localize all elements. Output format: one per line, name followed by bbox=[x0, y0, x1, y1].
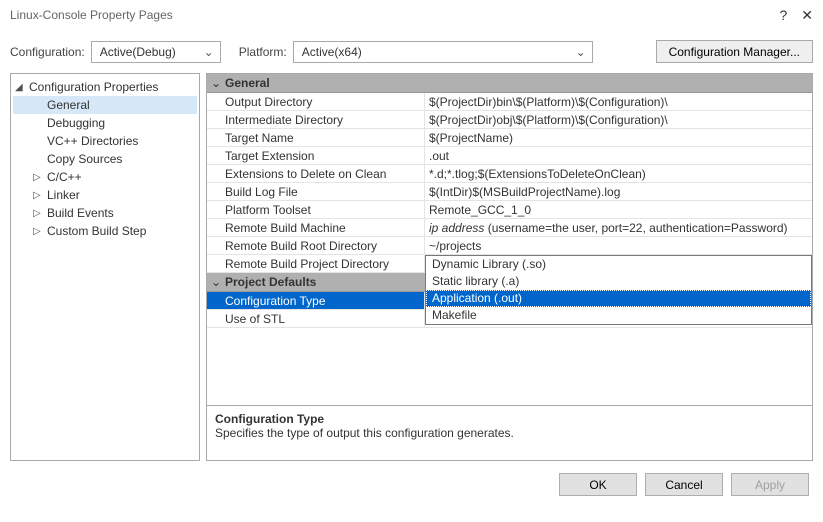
description-title: Configuration Type bbox=[215, 412, 804, 426]
expand-icon[interactable]: ▷ bbox=[33, 206, 41, 222]
property-name: Output Directory bbox=[207, 93, 425, 110]
platform-value: Active(x64) bbox=[302, 45, 362, 59]
tree-item-label: VC++ Directories bbox=[47, 134, 138, 148]
property-row[interactable]: Remote Build Root Directory~/projects bbox=[207, 237, 812, 255]
tree-panel: ◢ Configuration Properties General Debugg… bbox=[10, 73, 200, 461]
tree-item-label: Custom Build Step bbox=[47, 224, 146, 238]
sidebar-item-vc-directories[interactable]: VC++ Directories bbox=[13, 132, 197, 150]
property-value[interactable]: $(ProjectDir)obj\$(Platform)\$(Configura… bbox=[425, 111, 812, 128]
tree-root-label: Configuration Properties bbox=[29, 80, 158, 94]
dropdown-option[interactable]: Static library (.a) bbox=[426, 273, 811, 290]
chevron-down-icon: ⌄ bbox=[204, 45, 214, 59]
tree-item-label: Linker bbox=[47, 188, 80, 202]
section-header[interactable]: ⌄General bbox=[207, 74, 812, 93]
property-name: Remote Build Root Directory bbox=[207, 237, 425, 254]
configuration-manager-button[interactable]: Configuration Manager... bbox=[656, 40, 813, 63]
expand-icon[interactable]: ▷ bbox=[33, 224, 41, 240]
collapse-icon[interactable]: ◢ bbox=[15, 80, 23, 96]
chevron-down-icon: ⌄ bbox=[576, 45, 586, 59]
sidebar-item-linker[interactable]: ▷ Linker bbox=[13, 186, 197, 204]
expand-icon[interactable]: ▷ bbox=[33, 170, 41, 186]
section-label: General bbox=[225, 76, 270, 90]
property-row[interactable]: Extensions to Delete on Clean*.d;*.tlog;… bbox=[207, 165, 812, 183]
tree-item-label: Debugging bbox=[47, 116, 105, 130]
property-name: Target Name bbox=[207, 129, 425, 146]
property-name: Platform Toolset bbox=[207, 201, 425, 218]
property-value[interactable]: *.d;*.tlog;$(ExtensionsToDeleteOnClean) bbox=[425, 165, 812, 182]
value-placeholder: ip address bbox=[429, 221, 484, 235]
dropdown-option[interactable]: Makefile bbox=[426, 307, 811, 324]
apply-button[interactable]: Apply bbox=[731, 473, 809, 496]
configuration-label: Configuration: bbox=[10, 45, 85, 59]
property-name: Remote Build Project Directory bbox=[207, 255, 425, 272]
configuration-type-dropdown[interactable]: Dynamic Library (.so)Static library (.a)… bbox=[425, 255, 812, 325]
property-row[interactable]: Build Log File$(IntDir)$(MSBuildProjectN… bbox=[207, 183, 812, 201]
platform-label: Platform: bbox=[239, 45, 287, 59]
dropdown-option[interactable]: Dynamic Library (.so) bbox=[426, 256, 811, 273]
chevron-down-icon: ⌄ bbox=[207, 76, 225, 90]
property-value[interactable]: ip address (username=the user, port=22, … bbox=[425, 219, 812, 236]
property-value[interactable]: $(IntDir)$(MSBuildProjectName).log bbox=[425, 183, 812, 200]
close-icon[interactable]: ✕ bbox=[801, 7, 813, 24]
tree-item-label: Copy Sources bbox=[47, 152, 122, 166]
help-icon[interactable]: ? bbox=[779, 7, 787, 24]
sidebar-item-custom-build-step[interactable]: ▷ Custom Build Step bbox=[13, 222, 197, 240]
property-name: Extensions to Delete on Clean bbox=[207, 165, 425, 182]
ok-button[interactable]: OK bbox=[559, 473, 637, 496]
expand-icon[interactable]: ▷ bbox=[33, 188, 41, 204]
description-panel: Configuration Type Specifies the type of… bbox=[206, 406, 813, 461]
description-text: Specifies the type of output this config… bbox=[215, 426, 804, 440]
configuration-combo[interactable]: Active(Debug) ⌄ bbox=[91, 41, 221, 63]
sidebar-item-build-events[interactable]: ▷ Build Events bbox=[13, 204, 197, 222]
property-value[interactable]: $(ProjectName) bbox=[425, 129, 812, 146]
window-title: Linux-Console Property Pages bbox=[10, 8, 779, 22]
cancel-button[interactable]: Cancel bbox=[645, 473, 723, 496]
property-value[interactable]: .out bbox=[425, 147, 812, 164]
tree-root-configuration-properties[interactable]: ◢ Configuration Properties bbox=[13, 78, 197, 96]
property-value[interactable]: Remote_GCC_1_0 bbox=[425, 201, 812, 218]
property-row[interactable]: Target Extension.out bbox=[207, 147, 812, 165]
property-name: Intermediate Directory bbox=[207, 111, 425, 128]
property-grid: ⌄GeneralOutput Directory$(ProjectDir)bin… bbox=[206, 73, 813, 406]
property-row[interactable]: Remote Build Machineip address (username… bbox=[207, 219, 812, 237]
toolbar: Configuration: Active(Debug) ⌄ Platform:… bbox=[0, 30, 823, 73]
property-name: Configuration Type bbox=[207, 292, 425, 309]
property-row[interactable]: Target Name$(ProjectName) bbox=[207, 129, 812, 147]
property-row[interactable]: Platform ToolsetRemote_GCC_1_0 bbox=[207, 201, 812, 219]
value-text: (username=the user, port=22, authenticat… bbox=[484, 221, 787, 235]
footer: OK Cancel Apply bbox=[0, 461, 823, 508]
sidebar-item-copy-sources[interactable]: Copy Sources bbox=[13, 150, 197, 168]
property-name: Use of STL bbox=[207, 310, 425, 327]
chevron-down-icon: ⌄ bbox=[207, 275, 225, 289]
property-value[interactable]: $(ProjectDir)bin\$(Platform)\$(Configura… bbox=[425, 93, 812, 110]
sidebar-item-c-c-[interactable]: ▷ C/C++ bbox=[13, 168, 197, 186]
property-name: Build Log File bbox=[207, 183, 425, 200]
titlebar: Linux-Console Property Pages ? ✕ bbox=[0, 0, 823, 30]
tree-item-label: C/C++ bbox=[47, 170, 82, 184]
tree-item-label: General bbox=[47, 98, 90, 112]
tree-item-label: Build Events bbox=[47, 206, 114, 220]
sidebar-item-general[interactable]: General bbox=[13, 96, 197, 114]
property-value[interactable]: ~/projects bbox=[425, 237, 812, 254]
sidebar-item-debugging[interactable]: Debugging bbox=[13, 114, 197, 132]
dropdown-option[interactable]: Application (.out) bbox=[426, 290, 811, 307]
section-label: Project Defaults bbox=[225, 275, 316, 289]
property-name: Remote Build Machine bbox=[207, 219, 425, 236]
property-name: Target Extension bbox=[207, 147, 425, 164]
property-row[interactable]: Output Directory$(ProjectDir)bin\$(Platf… bbox=[207, 93, 812, 111]
platform-combo[interactable]: Active(x64) ⌄ bbox=[293, 41, 593, 63]
property-row[interactable]: Intermediate Directory$(ProjectDir)obj\$… bbox=[207, 111, 812, 129]
configuration-value: Active(Debug) bbox=[100, 45, 176, 59]
